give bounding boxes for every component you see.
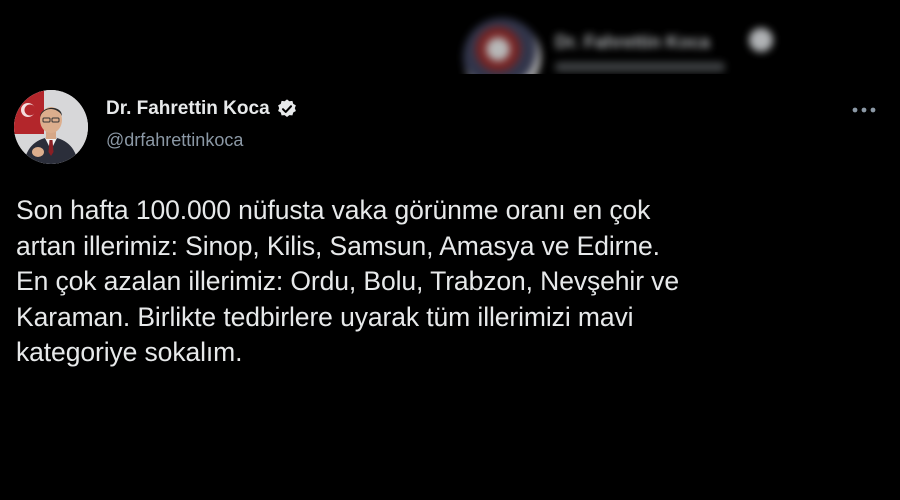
tweet-text: Son hafta 100.000 nüfusta vaka görünme o… xyxy=(16,195,679,367)
author-name-row[interactable]: Dr. Fahrettin Koca xyxy=(106,98,298,120)
background-author-handle-blur xyxy=(555,62,725,72)
more-options-icon[interactable] xyxy=(850,98,878,122)
verified-badge-icon xyxy=(749,28,773,52)
verified-badge-icon xyxy=(276,98,298,120)
screenshot-canvas: Dr. Fahrettin Koca Dr. Fahrettin Koca @d… xyxy=(0,0,900,500)
background-author-name: Dr. Fahrettin Koca xyxy=(555,32,711,52)
author-handle[interactable]: @drfahrettinkoca xyxy=(106,130,243,151)
author-avatar[interactable] xyxy=(14,90,88,164)
background-tweet-header: Dr. Fahrettin Koca xyxy=(455,14,795,96)
author-display-name[interactable]: Dr. Fahrettin Koca xyxy=(106,98,270,120)
profile-photo-icon xyxy=(14,90,88,164)
